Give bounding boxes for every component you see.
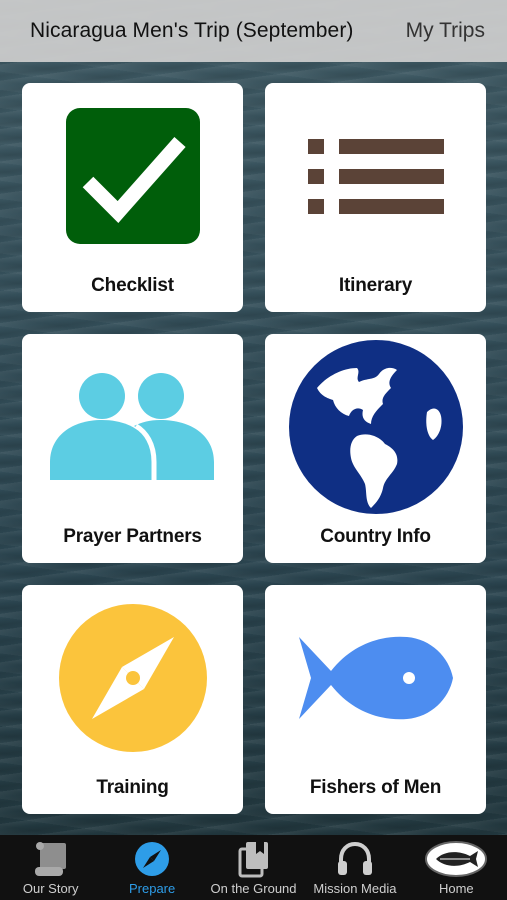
page-title: Nicaragua Men's Trip (September) [30,19,354,42]
tab-our-story[interactable]: Our Story [0,835,101,900]
people-icon [22,334,243,519]
my-trips-button[interactable]: My Trips [406,19,485,43]
tab-label: Prepare [128,881,176,896]
fish-logo-icon [424,837,488,881]
checklist-tile[interactable]: Checklist [22,83,243,312]
training-tile[interactable]: Training [22,585,243,814]
tile-label: Itinerary [338,275,413,296]
scroll-icon [31,837,71,881]
globe-icon [265,334,486,519]
checkmark-box-icon [22,83,243,268]
compass-icon [134,837,170,881]
fish-icon [265,585,486,770]
prayer-partners-tile[interactable]: Prayer Partners [22,334,243,563]
tab-on-the-ground[interactable]: On the Ground [203,835,304,900]
tile-label: Country Info [320,526,431,547]
tab-mission-media[interactable]: Mission Media [304,835,405,900]
navigation-bar: Nicaragua Men's Trip (September) My Trip… [0,0,507,62]
fishers-of-men-tile[interactable]: Fishers of Men [265,585,486,814]
tile-label: Checklist [91,275,174,296]
tab-label: Mission Media [313,881,397,896]
compass-icon [22,585,243,770]
tile-label: Fishers of Men [309,777,442,798]
tab-label: On the Ground [210,881,297,896]
headphones-icon [336,837,374,881]
tab-home[interactable]: Home [406,835,507,900]
country-info-tile[interactable]: Country Info [265,334,486,563]
tile-label: Prayer Partners [63,526,202,547]
tab-label: Home [438,881,474,896]
list-icon [265,83,486,268]
menu-grid: Checklist Itinerary Prayer Partners Coun… [22,83,487,814]
itinerary-tile[interactable]: Itinerary [265,83,486,312]
bookmark-book-icon [236,837,272,881]
tab-label: Our Story [22,881,79,896]
tile-label: Training [96,777,169,798]
tab-prepare[interactable]: Prepare [101,835,202,900]
tab-bar: Our Story Prepare On the Ground Mission … [0,835,507,900]
